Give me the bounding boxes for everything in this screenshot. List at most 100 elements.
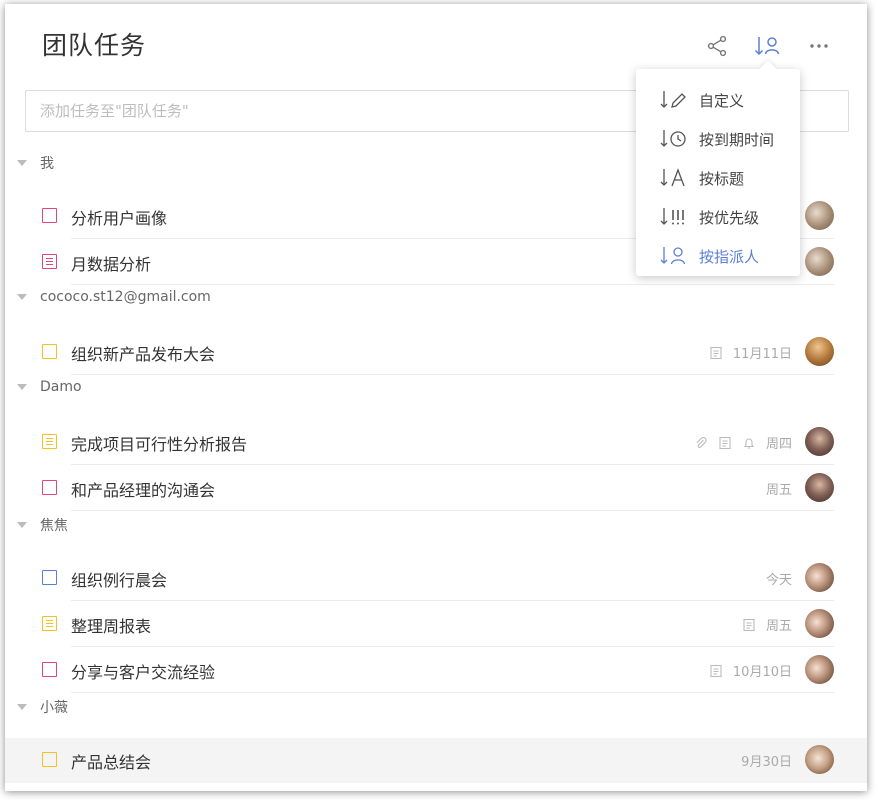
task-meta: 10月10日 [709,661,792,680]
row-divider [71,510,834,511]
sort-custom-icon [660,91,686,108]
task-meta: 9月30日 [741,751,792,770]
sort-menu-item-label: 按到期时间 [699,131,775,149]
checkbox-line [46,261,53,263]
sort-menu-item-custom[interactable]: 自定义 [636,81,800,119]
checkbox-line [46,623,53,625]
note-icon [743,618,755,631]
bell-icon [743,438,755,449]
group-header[interactable]: Damo [17,379,82,395]
sort-assignee-button-icon[interactable] [753,34,785,58]
task-row[interactable]: 整理周报表 周五 [42,602,834,647]
avatar[interactable] [805,655,834,684]
group-header[interactable]: 焦焦 [17,515,68,535]
sort-menu-item-label: 自定义 [699,92,745,110]
task-title: 月数据分析 [71,255,152,274]
group-name: 我 [40,156,54,172]
checkbox-line [46,626,53,628]
collapse-triangle-icon [17,522,27,528]
group-name: 焦焦 [40,518,68,534]
menu-caret [759,60,777,78]
row-divider [71,464,834,465]
task-checkbox[interactable] [42,344,57,359]
task-row[interactable]: 和产品经理的沟通会 周五 [42,466,834,511]
checkbox-line [46,438,53,440]
group-name: Damo [40,379,82,395]
task-row[interactable]: 完成项目可行性分析报告 周四 [42,420,834,465]
sort-menu-item-priority[interactable]: 按优先级 [636,198,800,236]
attachment-icon [696,436,707,448]
sort-title-icon [660,168,685,187]
task-meta: 周五 [766,479,792,498]
task-meta: 今天 [766,569,792,588]
task-row[interactable]: 产品总结会 9月30日 [5,738,867,783]
due-date: 周五 [765,483,792,498]
task-checkbox-note[interactable] [42,434,57,449]
group-name: cococo.st12@gmail.com [40,289,211,305]
group-header[interactable]: cococo.st12@gmail.com [17,289,211,305]
task-title: 产品总结会 [71,753,152,772]
collapse-triangle-icon [17,294,27,300]
sort-assignee-icon [660,247,686,265]
group-header[interactable]: 小薇 [17,697,68,717]
task-checkbox[interactable] [42,208,57,223]
row-divider [71,284,834,285]
checkbox-line [46,441,53,443]
note-icon [710,664,722,677]
row-divider [71,646,834,647]
checkbox-line [46,264,53,266]
page-title: 团队任务 [42,31,147,60]
checkbox-line [46,620,53,622]
share-icon[interactable] [705,34,729,58]
avatar[interactable] [805,427,834,456]
due-date: 周四 [765,437,792,452]
task-panel: 团队任务 我分析用户画像月数据分析 cococo.st12@gmail.com 组织… [5,4,867,791]
avatar[interactable] [805,337,834,366]
sort-menu-item-label: 按优先级 [699,209,760,227]
sort-menu-item-label: 按标题 [699,170,745,188]
task-title: 整理周报表 [71,617,152,636]
avatar[interactable] [805,473,834,502]
due-date: 11月11日 [732,347,792,362]
sort-menu-item-label: 按指派人 [699,248,760,266]
task-row[interactable]: 分享与客户交流经验 10月10日 [42,648,834,693]
group-header[interactable]: 我 [17,153,54,173]
sort-priority-icon [660,208,684,225]
avatar[interactable] [805,247,834,276]
row-divider [71,692,834,693]
task-title: 分享与客户交流经验 [71,663,216,682]
sort-menu-item-due[interactable]: 按到期时间 [636,120,800,158]
collapse-triangle-icon [17,384,27,390]
task-meta: 周五 [742,615,792,634]
task-checkbox[interactable] [42,570,57,585]
due-date: 今天 [765,573,792,588]
row-divider [71,600,834,601]
sort-menu-item-title[interactable]: 按标题 [636,159,800,197]
task-checkbox[interactable] [42,480,57,495]
task-meta: 周四 [694,433,792,452]
task-meta: 11月11日 [709,343,792,362]
task-checkbox-note[interactable] [42,616,57,631]
task-checkbox[interactable] [42,662,57,677]
avatar[interactable] [805,745,834,774]
avatar[interactable] [805,563,834,592]
avatar[interactable] [805,201,834,230]
collapse-triangle-icon [17,704,27,710]
task-checkbox-note[interactable] [42,254,57,269]
sort-due-icon [660,130,686,147]
due-date: 10月10日 [732,665,792,680]
task-row[interactable]: 组织新产品发布大会 11月11日 [42,330,834,375]
checkbox-line [46,444,53,446]
task-row[interactable]: 组织例行晨会 今天 [42,556,834,601]
avatar[interactable] [805,609,834,638]
due-date: 周五 [765,619,792,634]
task-checkbox[interactable] [42,752,57,767]
task-title: 组织例行晨会 [71,571,168,590]
task-title: 分析用户画像 [71,209,168,228]
sort-menu-item-assignee[interactable]: 按指派人 [636,237,800,275]
sort-menu: 自定义 按到期时间 按标题 按优先级 按指派人 [636,60,800,276]
task-title: 组织新产品发布大会 [71,345,216,364]
collapse-triangle-icon [17,160,27,166]
more-icon[interactable] [807,34,831,58]
due-date: 9月30日 [741,755,792,770]
